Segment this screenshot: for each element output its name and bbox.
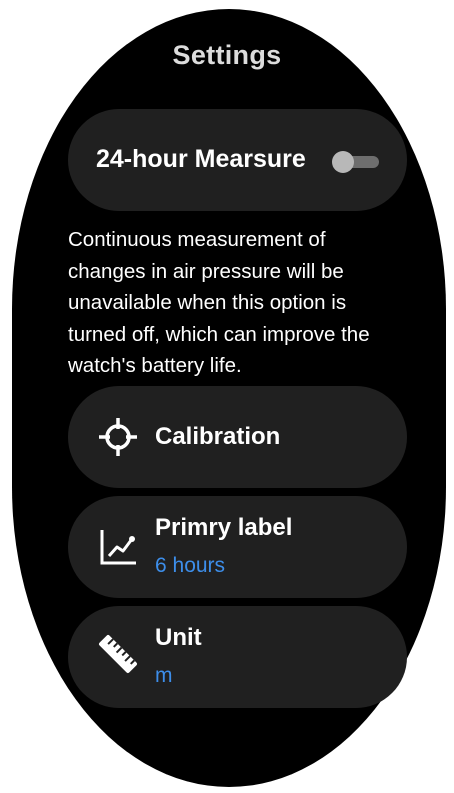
unit-item[interactable]: Unit m: [68, 606, 407, 708]
unit-value: m: [155, 664, 173, 687]
calibration-label: Calibration: [155, 423, 281, 450]
unit-title: Unit: [155, 624, 202, 651]
measure-toggle-switch[interactable]: [332, 151, 379, 173]
page-title: Settings: [172, 40, 282, 70]
calibration-item[interactable]: Calibration: [68, 386, 407, 488]
measure-toggle-row[interactable]: 24-hour Mearsure: [68, 109, 407, 211]
primary-label-value: 6 hours: [155, 554, 226, 577]
primary-label-item[interactable]: Primry label 6 hours: [68, 496, 407, 598]
measure-toggle-label: 24-hour Mearsure: [96, 145, 306, 173]
description-text: Continuous measurement of changes in air…: [68, 228, 370, 377]
ruler-icon: [99, 635, 137, 673]
primary-label-title: Primry label: [155, 514, 293, 541]
line-chart-icon: [100, 530, 136, 565]
crosshair-icon: [99, 418, 137, 456]
switch-knob: [332, 151, 354, 173]
